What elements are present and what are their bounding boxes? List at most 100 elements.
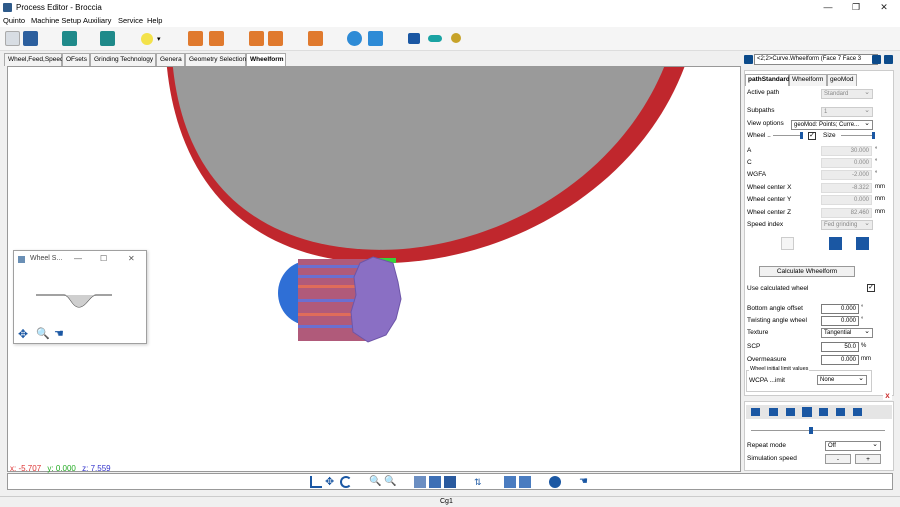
play-view-icon[interactable] — [549, 476, 561, 488]
active-path-select[interactable]: Standard — [821, 88, 873, 99]
wcpa-limit-select[interactable]: None — [817, 374, 867, 385]
light-icon[interactable] — [141, 33, 153, 45]
tab-wheelform-settings[interactable]: Wheelform — [789, 74, 827, 86]
simulation-close-button[interactable]: x — [883, 391, 892, 400]
wheel-import-icon[interactable] — [829, 237, 842, 250]
wheel-shape-popup[interactable]: Wheel S... — ☐ ✕ ✥ 🔍 ☚ — [13, 250, 147, 344]
subpaths-select[interactable]: 1 — [821, 106, 873, 117]
wheel-slider-handle[interactable] — [800, 132, 803, 139]
menu-service[interactable]: Service — [118, 16, 143, 25]
warning-icon[interactable] — [781, 237, 794, 250]
size-checkbox[interactable]: ✓ — [808, 132, 816, 140]
curve-select[interactable]: <2;2>Curve.Wheelform (Face 7 Face 3 — [754, 54, 878, 65]
speed-decrease-button[interactable]: - — [825, 454, 851, 464]
process-icon-2[interactable] — [209, 31, 224, 46]
axis-icon[interactable] — [310, 476, 322, 488]
zoom-view-icon[interactable]: 🔍 — [369, 476, 381, 488]
play-icon[interactable] — [802, 407, 812, 417]
dropdown-arrow-icon[interactable]: ▾ — [157, 35, 161, 43]
rewind-icon[interactable] — [769, 408, 778, 416]
zoom-icon[interactable]: 🔍 — [36, 327, 50, 340]
tab-ofsets[interactable]: OFsets — [62, 53, 90, 66]
tab-geomod[interactable]: geoMod — [827, 74, 857, 86]
bottom-angle-field[interactable]: 0.000 — [821, 304, 859, 314]
view-front-icon[interactable] — [414, 476, 426, 488]
twisting-angle-field[interactable]: 0.000 — [821, 316, 859, 326]
size-slider-track[interactable] — [841, 135, 873, 136]
menu-auxiliary[interactable]: Auxiliary — [83, 16, 111, 25]
pan-view-icon[interactable]: ✥ — [325, 476, 337, 488]
maximize-button[interactable]: ❐ — [846, 2, 866, 13]
wheel-export-icon[interactable] — [856, 237, 869, 250]
wheel-center-x-field[interactable]: -8.322 — [821, 183, 872, 193]
popup-maximize-button[interactable]: ☐ — [100, 254, 107, 263]
menu-machine-setup[interactable]: Machine Setup — [31, 16, 81, 25]
camera-icon[interactable] — [408, 33, 420, 44]
right-tabs: pathStandard Wheelform geoMod — [745, 74, 893, 86]
machine-view-icon-2[interactable] — [519, 476, 531, 488]
view-side-icon[interactable] — [444, 476, 456, 488]
zoom-out-icon[interactable]: 🔍 — [384, 476, 396, 488]
save-icon[interactable] — [5, 31, 20, 46]
tab-geometry-selection[interactable]: Geometry Selection — [185, 53, 246, 66]
menu-quinto[interactable]: Quinto — [3, 16, 25, 25]
step-back-icon[interactable] — [786, 408, 795, 416]
overmeasure-field[interactable]: 0.000 — [821, 355, 859, 365]
c-label: C — [747, 159, 752, 166]
wheel-center-y-label: Wheel center Y — [747, 196, 792, 203]
process-icon-3[interactable] — [249, 31, 264, 46]
pan-icon[interactable]: ✥ — [18, 327, 28, 341]
popup-minimize-button[interactable]: — — [74, 254, 82, 263]
rotate-icon[interactable] — [340, 476, 352, 488]
tab-wheel-feed-speed[interactable]: Wheel,Feed,Speed — [4, 53, 64, 66]
wgfa-field[interactable]: -2.000 — [821, 170, 872, 180]
machine-icon[interactable] — [62, 31, 77, 46]
process-icon-1[interactable] — [188, 31, 203, 46]
wheel-slider-track[interactable] — [773, 135, 801, 136]
c-field[interactable]: 0.000 — [821, 158, 872, 168]
table-icon[interactable] — [23, 31, 38, 46]
close-button[interactable]: ✕ — [874, 2, 894, 13]
tab-wheelform[interactable]: Wheelform — [246, 53, 286, 66]
texture-select[interactable]: Tangential — [821, 327, 873, 338]
simulation-slider-handle[interactable] — [809, 427, 813, 434]
repeat-mode-select[interactable]: Off — [825, 440, 881, 451]
machine-view-icon-1[interactable] — [504, 476, 516, 488]
tab-path-standard[interactable]: pathStandard — [745, 74, 790, 86]
scp-field[interactable]: 50.0 — [821, 342, 859, 352]
grid-icon[interactable] — [308, 31, 323, 46]
tool-icon[interactable] — [100, 31, 115, 46]
swap-icon[interactable]: ⇅ — [474, 476, 486, 488]
minimize-button[interactable]: — — [818, 2, 838, 13]
last-frame-icon[interactable] — [853, 408, 862, 416]
tab-grinding-technology[interactable]: Grinding Technology — [90, 53, 156, 66]
settings-icon[interactable] — [347, 31, 362, 46]
step-forward-icon[interactable] — [819, 408, 828, 416]
fast-forward-icon[interactable] — [836, 408, 845, 416]
measure-icon[interactable] — [428, 35, 442, 42]
first-frame-icon[interactable] — [751, 408, 760, 416]
calculate-wheelform-button[interactable]: Calculate Wheelform — [759, 266, 855, 277]
use-calculated-checkbox[interactable]: ✓ — [867, 284, 875, 292]
hand-icon[interactable]: ☚ — [54, 327, 64, 340]
tab-genera[interactable]: Genera — [156, 53, 185, 66]
wheel-center-y-field[interactable]: 0.000 — [821, 195, 872, 205]
menu-help[interactable]: Help — [147, 16, 162, 25]
path-icon[interactable] — [368, 31, 383, 46]
size-slider-handle[interactable] — [872, 132, 875, 139]
curve-options-icon[interactable] — [884, 55, 893, 64]
view-iso-icon[interactable] — [429, 476, 441, 488]
prev-curve-icon[interactable] — [744, 55, 753, 64]
tools-icon[interactable] — [451, 33, 461, 43]
wheel-center-z-field[interactable]: 82.460 — [821, 208, 872, 218]
a-field[interactable]: 30.000 — [821, 146, 872, 156]
view-options-select[interactable]: geoMod: Points; Curre... — [791, 119, 873, 130]
speed-index-select[interactable]: Fed grinding — [821, 219, 873, 230]
hand-view-icon[interactable]: ☚ — [579, 476, 591, 488]
process-icon-4[interactable] — [268, 31, 283, 46]
simulation-slider-track[interactable] — [751, 430, 885, 431]
popup-close-button[interactable]: ✕ — [128, 254, 135, 263]
view-options-label: View options — [747, 120, 784, 127]
next-curve-icon[interactable] — [872, 55, 881, 64]
speed-increase-button[interactable]: + — [855, 454, 881, 464]
